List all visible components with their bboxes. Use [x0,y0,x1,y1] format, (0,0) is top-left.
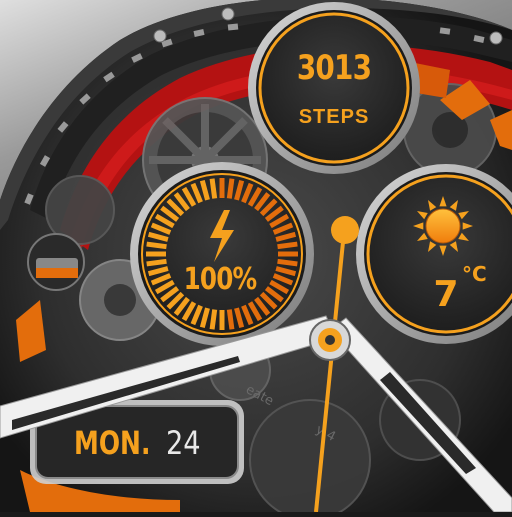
second-hand-tip [331,216,359,244]
battery-level-tick [277,258,298,267]
battery-complication [130,162,314,346]
temperature-unit: °C [462,262,487,286]
steps-complication [248,2,420,174]
steps-label: STEPS [298,106,370,128]
mechanism-part [27,233,85,291]
battery-level-tick [146,241,167,250]
battery-level-tick [277,241,298,250]
steps-value: 3013 [296,48,372,88]
watch-face: eate y 4 3013 STEPS 100% 7 °C MON. 24 [0,0,512,517]
battery-level-tick [146,258,167,267]
battery-value: 100% [183,262,258,297]
battery-level-tick [226,178,235,199]
battery-level-tick [209,309,218,330]
date-weekday: MON. [74,424,151,462]
battery-level-tick [209,178,218,199]
battery-level-tick [226,309,235,330]
date-day: 24 [166,424,201,462]
